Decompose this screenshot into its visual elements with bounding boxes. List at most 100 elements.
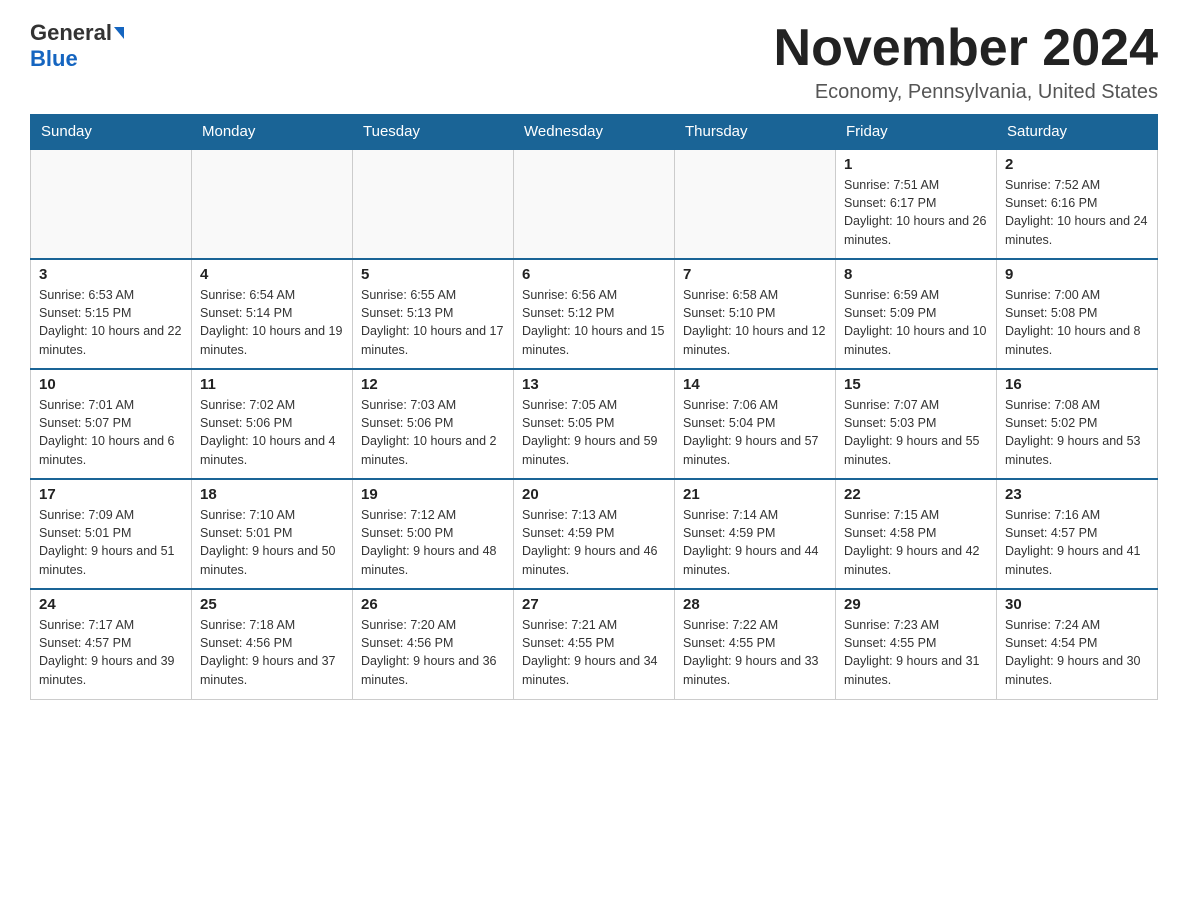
day-info: Sunrise: 7:08 AM Sunset: 5:02 PM Dayligh… [1005,396,1149,469]
day-number: 30 [1005,596,1149,613]
calendar-cell [675,149,836,259]
day-number: 28 [683,596,827,613]
calendar-cell: 14 Sunrise: 7:06 AM Sunset: 5:04 PM Dayli… [675,369,836,479]
calendar-cell: 18 Sunrise: 7:10 AM Sunset: 5:01 PM Dayli… [192,479,353,589]
week-row-5: 24Sunrise: 7:17 AM Sunset: 4:57 PM Dayli… [31,589,1158,699]
col-thursday: Thursday [675,115,836,150]
calendar-cell: 27Sunrise: 7:21 AM Sunset: 4:55 PM Dayli… [514,589,675,699]
calendar-table: Sunday Monday Tuesday Wednesday Thursday… [30,114,1158,700]
calendar-cell: 28Sunrise: 7:22 AM Sunset: 4:55 PM Dayli… [675,589,836,699]
col-wednesday: Wednesday [514,115,675,150]
day-info: Sunrise: 6:55 AM Sunset: 5:13 PM Dayligh… [361,286,505,359]
calendar-cell: 4 Sunrise: 6:54 AM Sunset: 5:14 PM Daylig… [192,259,353,369]
month-title: November 2024 [774,20,1158,77]
day-number: 10 [39,376,183,393]
day-number: 29 [844,596,988,613]
day-number: 23 [1005,486,1149,503]
calendar-cell: 7 Sunrise: 6:58 AM Sunset: 5:10 PM Daylig… [675,259,836,369]
day-info: Sunrise: 7:52 AM Sunset: 6:16 PM Dayligh… [1005,176,1149,249]
day-number: 20 [522,486,666,503]
day-number: 7 [683,266,827,283]
title-section: November 2024 Economy, Pennsylvania, Uni… [774,20,1158,104]
day-info: Sunrise: 7:21 AM Sunset: 4:55 PM Dayligh… [522,616,666,689]
day-info: Sunrise: 7:10 AM Sunset: 5:01 PM Dayligh… [200,506,344,579]
calendar-cell: 16 Sunrise: 7:08 AM Sunset: 5:02 PM Dayli… [997,369,1158,479]
day-info: Sunrise: 7:02 AM Sunset: 5:06 PM Dayligh… [200,396,344,469]
calendar-cell: 2 Sunrise: 7:52 AM Sunset: 6:16 PM Daylig… [997,149,1158,259]
day-number: 13 [522,376,666,393]
day-info: Sunrise: 6:59 AM Sunset: 5:09 PM Dayligh… [844,286,988,359]
day-info: Sunrise: 7:20 AM Sunset: 4:56 PM Dayligh… [361,616,505,689]
col-tuesday: Tuesday [353,115,514,150]
day-number: 2 [1005,156,1149,173]
day-number: 22 [844,486,988,503]
day-number: 14 [683,376,827,393]
calendar-cell: 26 Sunrise: 7:20 AM Sunset: 4:56 PM Dayli… [353,589,514,699]
calendar-cell: 24Sunrise: 7:17 AM Sunset: 4:57 PM Dayli… [31,589,192,699]
day-number: 8 [844,266,988,283]
day-info: Sunrise: 7:05 AM Sunset: 5:05 PM Dayligh… [522,396,666,469]
day-info: Sunrise: 7:15 AM Sunset: 4:58 PM Dayligh… [844,506,988,579]
day-info: Sunrise: 7:00 AM Sunset: 5:08 PM Dayligh… [1005,286,1149,359]
calendar-cell: 13 Sunrise: 7:05 AM Sunset: 5:05 PM Dayli… [514,369,675,479]
day-number: 17 [39,486,183,503]
calendar-cell: 17Sunrise: 7:09 AM Sunset: 5:01 PM Dayli… [31,479,192,589]
col-monday: Monday [192,115,353,150]
day-info: Sunrise: 7:23 AM Sunset: 4:55 PM Dayligh… [844,616,988,689]
day-info: Sunrise: 6:58 AM Sunset: 5:10 PM Dayligh… [683,286,827,359]
calendar-header-row: Sunday Monday Tuesday Wednesday Thursday… [31,115,1158,150]
calendar-cell: 25Sunrise: 7:18 AM Sunset: 4:56 PM Dayli… [192,589,353,699]
day-number: 4 [200,266,344,283]
calendar-cell: 5Sunrise: 6:55 AM Sunset: 5:13 PM Daylig… [353,259,514,369]
day-info: Sunrise: 7:07 AM Sunset: 5:03 PM Dayligh… [844,396,988,469]
week-row-2: 3Sunrise: 6:53 AM Sunset: 5:15 PM Daylig… [31,259,1158,369]
calendar-cell: 30 Sunrise: 7:24 AM Sunset: 4:54 PM Dayli… [997,589,1158,699]
location-text: Economy, Pennsylvania, United States [774,81,1158,104]
col-friday: Friday [836,115,997,150]
day-info: Sunrise: 7:16 AM Sunset: 4:57 PM Dayligh… [1005,506,1149,579]
day-info: Sunrise: 7:12 AM Sunset: 5:00 PM Dayligh… [361,506,505,579]
day-info: Sunrise: 7:24 AM Sunset: 4:54 PM Dayligh… [1005,616,1149,689]
logo-general-text: General [30,20,112,46]
day-info: Sunrise: 6:56 AM Sunset: 5:12 PM Dayligh… [522,286,666,359]
page-header: General Blue November 2024 Economy, Penn… [30,20,1158,104]
day-info: Sunrise: 7:14 AM Sunset: 4:59 PM Dayligh… [683,506,827,579]
calendar-cell: 9 Sunrise: 7:00 AM Sunset: 5:08 PM Daylig… [997,259,1158,369]
calendar-cell [31,149,192,259]
day-number: 16 [1005,376,1149,393]
day-number: 12 [361,376,505,393]
day-number: 9 [1005,266,1149,283]
day-info: Sunrise: 7:01 AM Sunset: 5:07 PM Dayligh… [39,396,183,469]
col-saturday: Saturday [997,115,1158,150]
logo: General Blue [30,20,124,72]
calendar-cell: 12 Sunrise: 7:03 AM Sunset: 5:06 PM Dayli… [353,369,514,479]
day-number: 6 [522,266,666,283]
calendar-cell: 23 Sunrise: 7:16 AM Sunset: 4:57 PM Dayli… [997,479,1158,589]
calendar-cell: 15Sunrise: 7:07 AM Sunset: 5:03 PM Dayli… [836,369,997,479]
calendar-cell: 20Sunrise: 7:13 AM Sunset: 4:59 PM Dayli… [514,479,675,589]
calendar-cell: 19 Sunrise: 7:12 AM Sunset: 5:00 PM Dayli… [353,479,514,589]
col-sunday: Sunday [31,115,192,150]
calendar-cell: 22 Sunrise: 7:15 AM Sunset: 4:58 PM Dayli… [836,479,997,589]
day-info: Sunrise: 6:54 AM Sunset: 5:14 PM Dayligh… [200,286,344,359]
day-info: Sunrise: 7:06 AM Sunset: 5:04 PM Dayligh… [683,396,827,469]
day-number: 26 [361,596,505,613]
day-number: 19 [361,486,505,503]
day-info: Sunrise: 6:53 AM Sunset: 5:15 PM Dayligh… [39,286,183,359]
logo-blue-text: Blue [30,46,78,71]
calendar-cell [353,149,514,259]
calendar-cell [514,149,675,259]
calendar-cell: 3Sunrise: 6:53 AM Sunset: 5:15 PM Daylig… [31,259,192,369]
calendar-cell: 6 Sunrise: 6:56 AM Sunset: 5:12 PM Daylig… [514,259,675,369]
calendar-cell: 8 Sunrise: 6:59 AM Sunset: 5:09 PM Daylig… [836,259,997,369]
logo-arrow-icon [114,27,124,39]
calendar-cell: 29 Sunrise: 7:23 AM Sunset: 4:55 PM Dayli… [836,589,997,699]
week-row-4: 17Sunrise: 7:09 AM Sunset: 5:01 PM Dayli… [31,479,1158,589]
day-number: 1 [844,156,988,173]
week-row-1: 1Sunrise: 7:51 AM Sunset: 6:17 PM Daylig… [31,149,1158,259]
day-number: 18 [200,486,344,503]
day-info: Sunrise: 7:03 AM Sunset: 5:06 PM Dayligh… [361,396,505,469]
day-number: 24 [39,596,183,613]
week-row-3: 10 Sunrise: 7:01 AM Sunset: 5:07 PM Dayli… [31,369,1158,479]
calendar-cell [192,149,353,259]
